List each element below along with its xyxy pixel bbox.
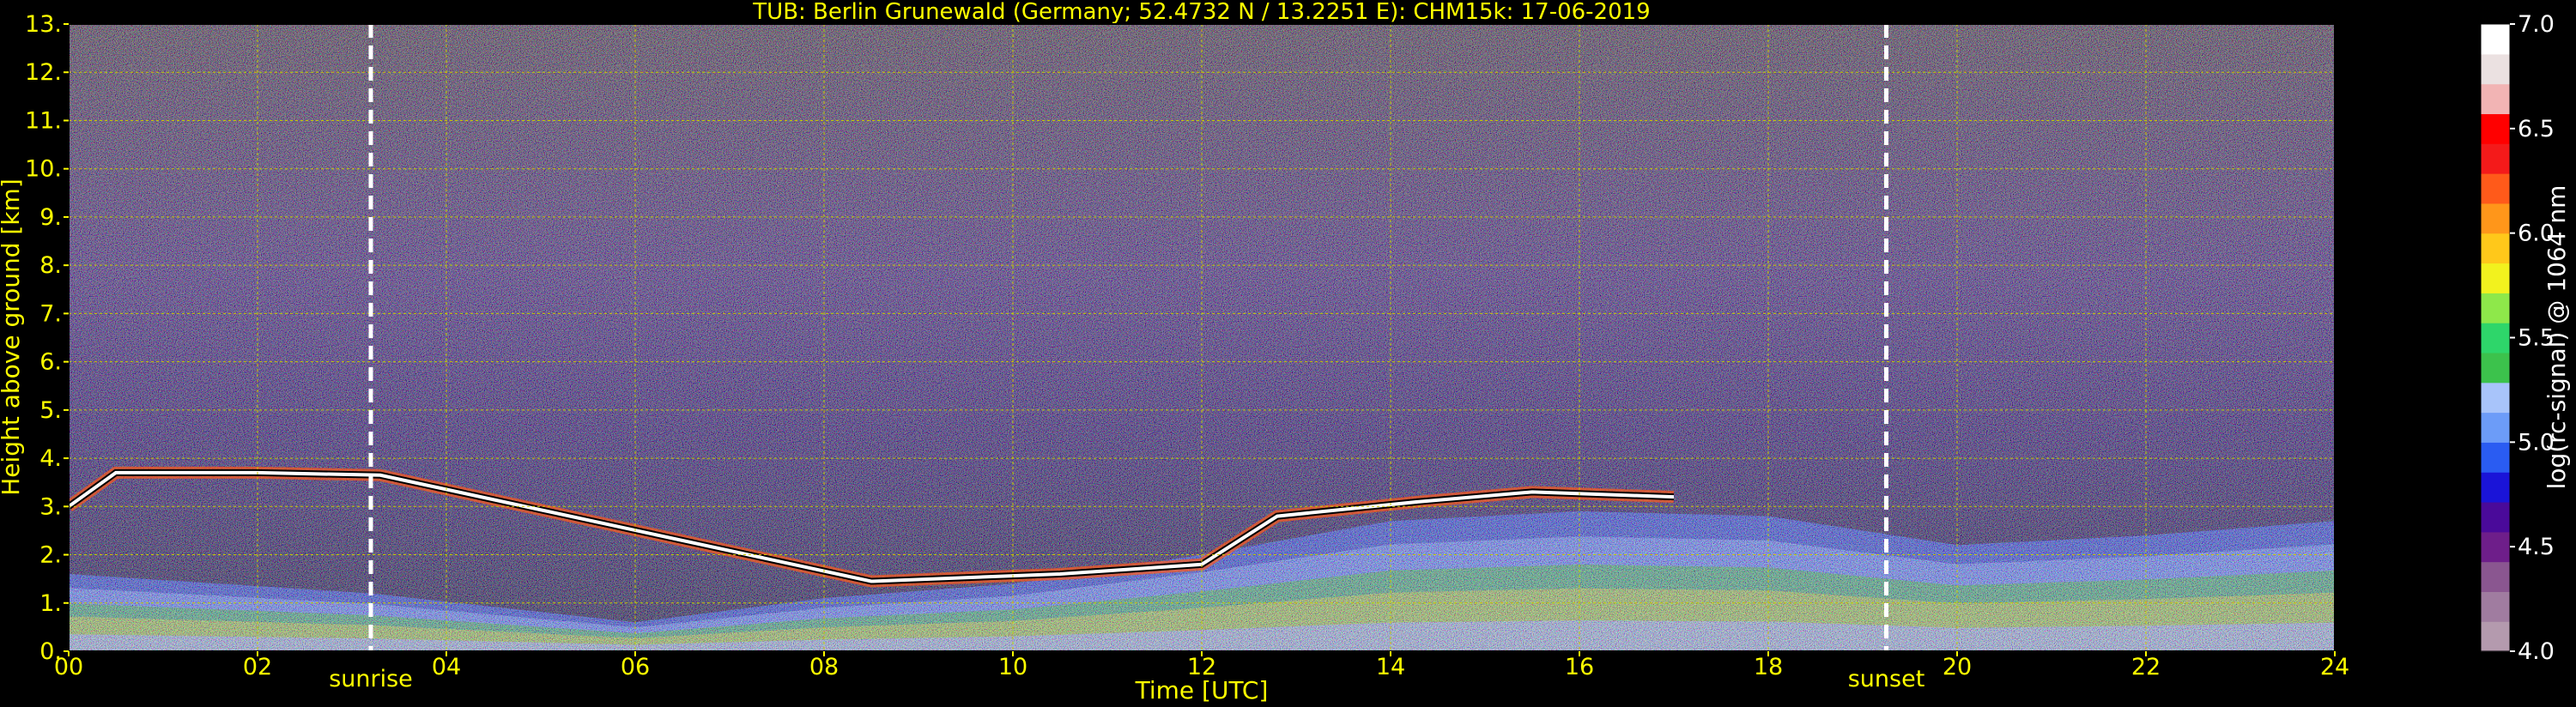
colorbar-segment [2481,233,2510,264]
colorbar-segment [2481,472,2510,503]
x-tick-label: 22 [2131,654,2161,680]
x-tick-label: 08 [809,654,839,680]
colorbar-segment [2481,202,2510,234]
x-tick-label: 14 [1376,654,1405,680]
x-tick-label: 24 [2320,654,2349,680]
colorbar-segment [2481,382,2510,414]
colorbar-segment [2481,561,2510,592]
y-tick-label: 6. [39,349,62,376]
colorbar-segment [2481,263,2510,293]
colorbar-segment [2481,531,2510,563]
colorbar-segment [2481,442,2510,473]
sunrise-label: sunrise [329,666,413,692]
colorbar-segment [2481,113,2510,144]
y-axis-label: Height above ground [km] [0,178,25,496]
y-tick-label: 3. [39,493,62,520]
y-tick-label: 5. [39,397,62,424]
x-tick-label: 16 [1565,654,1594,680]
colorbar-segment [2481,412,2510,443]
x-tick-label: 06 [621,654,650,680]
y-tick-label: 0. [39,638,62,665]
lidar-chart: TUB: Berlin Grunewald (Germany; 52.4732 … [0,0,2571,704]
plot-area [68,23,2336,652]
x-tick-label: 04 [432,654,461,680]
colorbar-tick-label: 4.5 [2518,534,2555,560]
colorbar-label: log(rc-signal) @ 1064 nm [2543,185,2571,490]
sunset-label: sunset [1848,666,1925,692]
y-tick-label: 10. [25,156,62,183]
y-tick-label: 11. [25,107,62,134]
y-tick-label: 1. [39,590,62,617]
y-tick-label: 8. [39,252,62,279]
chart-title: TUB: Berlin Grunewald (Germany; 52.4732 … [752,0,1650,25]
y-tick-label: 12. [25,59,62,86]
colorbar-segment [2481,24,2510,55]
y-tick-label: 4. [39,445,62,472]
x-tick-label: 02 [243,654,272,680]
colorbar-segment [2481,293,2510,323]
colorbar-segment [2481,323,2510,354]
y-tick-label: 9. [39,204,62,231]
x-axis-label: Time [UTC] [1135,676,1269,704]
colorbar-tick-label: 6.5 [2518,116,2555,142]
y-tick-label: 2. [39,542,62,569]
x-tick-label: 18 [1754,654,1783,680]
colorbar-segment [2481,83,2510,115]
colorbar-segment [2481,173,2510,204]
colorbar-tick-label: 7.0 [2518,11,2555,38]
y-tick-label: 13. [25,11,62,38]
colorbar-segment [2481,53,2510,85]
colorbar-segment [2481,352,2510,384]
y-axis: 0. 1. 2. 3. 4. 5. 6. 7. 8. 9. 10. 11. 12. 13. [25,11,69,665]
y-tick-label: 7. [39,300,62,327]
x-tick-label: 20 [1943,654,1972,680]
colorbar-segment [2481,501,2510,533]
x-tick-label: 10 [998,654,1027,680]
colorbar-segment [2481,591,2510,622]
colorbar-tick-label: 4.0 [2518,638,2555,665]
colorbar-segment [2481,143,2510,174]
colorbar-segment [2481,621,2510,652]
